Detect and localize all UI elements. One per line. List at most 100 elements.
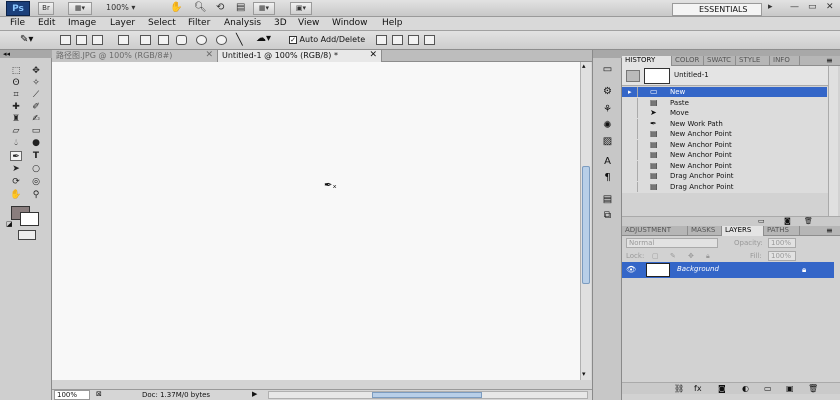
document-tab-jpg[interactable]: 路径图.JPG @ 100% (RGB/8#) ✕ [52,50,218,62]
lock-transparent-icon[interactable]: ▢ [652,252,659,260]
toolbox-collapse-icon[interactable]: ◂◂ [0,50,52,58]
dodge-tool-icon[interactable]: ● [30,138,42,148]
background-color-swatch[interactable] [20,212,39,226]
delete-state-icon[interactable]: 🗑︎ [804,217,813,225]
vertical-scroll-thumb[interactable] [582,166,590,284]
screen-mode-button[interactable]: ▣▾ [290,2,312,15]
pen-icon[interactable] [118,35,129,45]
panel-menu-icon[interactable]: ≡ [826,226,833,235]
new-document-from-state-icon[interactable]: ▭ [758,217,765,225]
fill-pixels-icon[interactable] [92,35,103,45]
lasso-tool-icon[interactable]: ʘ [10,78,22,88]
history-snapshot-row[interactable]: Untitled-1 [622,66,828,86]
magic-wand-icon[interactable]: ✧ [30,78,42,88]
minimize-button[interactable]: — [790,2,799,12]
new-snapshot-icon[interactable]: ◙ [784,217,791,225]
crop-tool-icon[interactable]: ⌗ [10,90,22,100]
move-tool-icon[interactable]: ✥ [30,66,42,76]
close-window-button[interactable]: ✕ [826,2,834,12]
pen-tool-icon[interactable]: ✒ [10,151,22,162]
tool-presets-icon[interactable]: ⚙ [601,86,614,97]
vertical-scrollbar[interactable]: ▴ ▾ [580,62,591,380]
3d-rotate-icon[interactable]: ⟳ [10,177,22,187]
subtract-path-icon[interactable] [392,35,403,45]
layer-comps-icon[interactable]: ▤ [601,194,614,205]
new-group-icon[interactable]: ▭ [764,384,772,393]
blur-tool-icon[interactable]: 💧︎ [10,138,22,148]
path-selection-icon[interactable]: ➤ [10,164,22,174]
pen-tool-preset-icon[interactable]: ✎▾ [20,34,33,45]
lock-position-icon[interactable]: ✥ [688,252,694,260]
healing-brush-icon[interactable]: ✚ [10,102,22,112]
rotate-view-icon[interactable]: ⟲ [216,2,224,13]
history-scrollbar[interactable] [828,66,838,216]
menu-filter[interactable]: Filter [188,18,210,28]
rectangle-icon[interactable] [158,35,169,45]
scroll-up-icon[interactable]: ▴ [582,62,586,70]
shape-layers-icon[interactable] [60,35,71,45]
intersect-path-icon[interactable] [408,35,419,45]
brush-tool-icon[interactable]: ✐ [30,102,42,112]
history-item[interactable]: ▤ Paste [622,97,827,108]
horizontal-scrollbar[interactable] [268,391,588,399]
marquee-tool-icon[interactable]: ⬚ [10,66,22,76]
gradient-tool-icon[interactable]: ▭ [30,126,42,136]
history-item[interactable]: ▤ New Anchor Point [622,129,827,139]
scroll-down-icon[interactable]: ▾ [582,370,586,378]
history-panel-icon[interactable]: ▭ [601,64,614,75]
opacity-field[interactable]: 100% [768,238,796,248]
menu-view[interactable]: View [298,18,319,28]
hand-tool-icon[interactable]: ✋ [170,2,182,13]
fill-field[interactable]: 100% [768,251,796,261]
tab-swatches[interactable]: SWATC [704,56,736,66]
default-colors-icon[interactable]: ◪ [6,220,13,228]
tab-paths[interactable]: PATHS [764,226,800,236]
history-item[interactable]: ▸ ▭ New [622,87,827,97]
paragraph-panel-icon[interactable]: ¶ [601,172,614,183]
auto-add-delete-option[interactable]: ✓ Auto Add/Delete [289,35,365,44]
layer-visibility-eye-icon[interactable]: 👁︎ [626,265,636,274]
history-brush-icon[interactable]: ✍ [30,114,42,124]
history-item[interactable]: ▤ New Anchor Point [622,160,827,171]
freeform-pen-icon[interactable] [140,35,151,45]
workspace-switcher[interactable]: ESSENTIALS [672,3,762,16]
menu-file[interactable]: File [10,18,25,28]
ellipse-icon[interactable] [196,35,207,45]
tab-color[interactable]: COLOR [672,56,704,66]
status-icon[interactable]: ⊠ [96,390,102,398]
zoom-level-select[interactable]: 100% ▾ [106,3,135,12]
menu-select[interactable]: Select [148,18,176,28]
workspace-dropdown-icon[interactable]: ▸ [768,2,773,12]
brush-panel-icon[interactable]: ✺ [601,120,614,131]
exclude-path-icon[interactable] [424,35,435,45]
rounded-rectangle-icon[interactable] [176,35,187,45]
clone-source-icon[interactable]: ⚘ [601,104,614,115]
menu-analysis[interactable]: Analysis [224,18,261,28]
menu-layer[interactable]: Layer [110,18,135,28]
delete-layer-icon[interactable]: 🗑︎ [808,384,818,393]
history-item[interactable]: ▤ New Anchor Point [622,150,827,160]
eraser-tool-icon[interactable]: ▱ [10,126,22,136]
type-tool-icon[interactable]: T [30,151,42,161]
tab-adjustments[interactable]: ADJUSTMENT [622,226,688,236]
polygon-icon[interactable] [216,35,227,45]
document-canvas[interactable]: ✒ₓ [52,62,580,380]
tab-history[interactable]: HISTORY [622,56,672,66]
view-extras-button[interactable]: ▦▾ [68,2,92,15]
quick-mask-icon[interactable] [18,230,36,240]
history-item[interactable]: ✒ New Work Path [622,118,827,129]
layer-row-background[interactable]: 👁︎ Background 🔒︎ [622,262,834,278]
zoom-tool-icon[interactable]: ⚲ [30,190,42,200]
navigator-icon[interactable]: ▨ [601,136,614,147]
history-item[interactable]: ▤ New Anchor Point [622,139,827,150]
hand-tool-icon[interactable]: ✋ [10,190,22,200]
tab-styles[interactable]: STYLE [736,56,770,66]
history-item[interactable]: ▤ Drag Anchor Point [622,171,827,181]
combine-path-icon[interactable] [376,35,387,45]
adjustment-layer-icon[interactable]: ◐ [742,384,749,393]
zoom-status-field[interactable]: 100% [54,390,90,400]
document-tab-untitled[interactable]: Untitled-1 @ 100% (RGB/8) * ✕ [218,50,382,62]
paths-icon[interactable] [76,35,87,45]
close-tab-icon[interactable]: ✕ [205,50,213,61]
horizontal-scroll-thumb[interactable] [372,392,482,398]
